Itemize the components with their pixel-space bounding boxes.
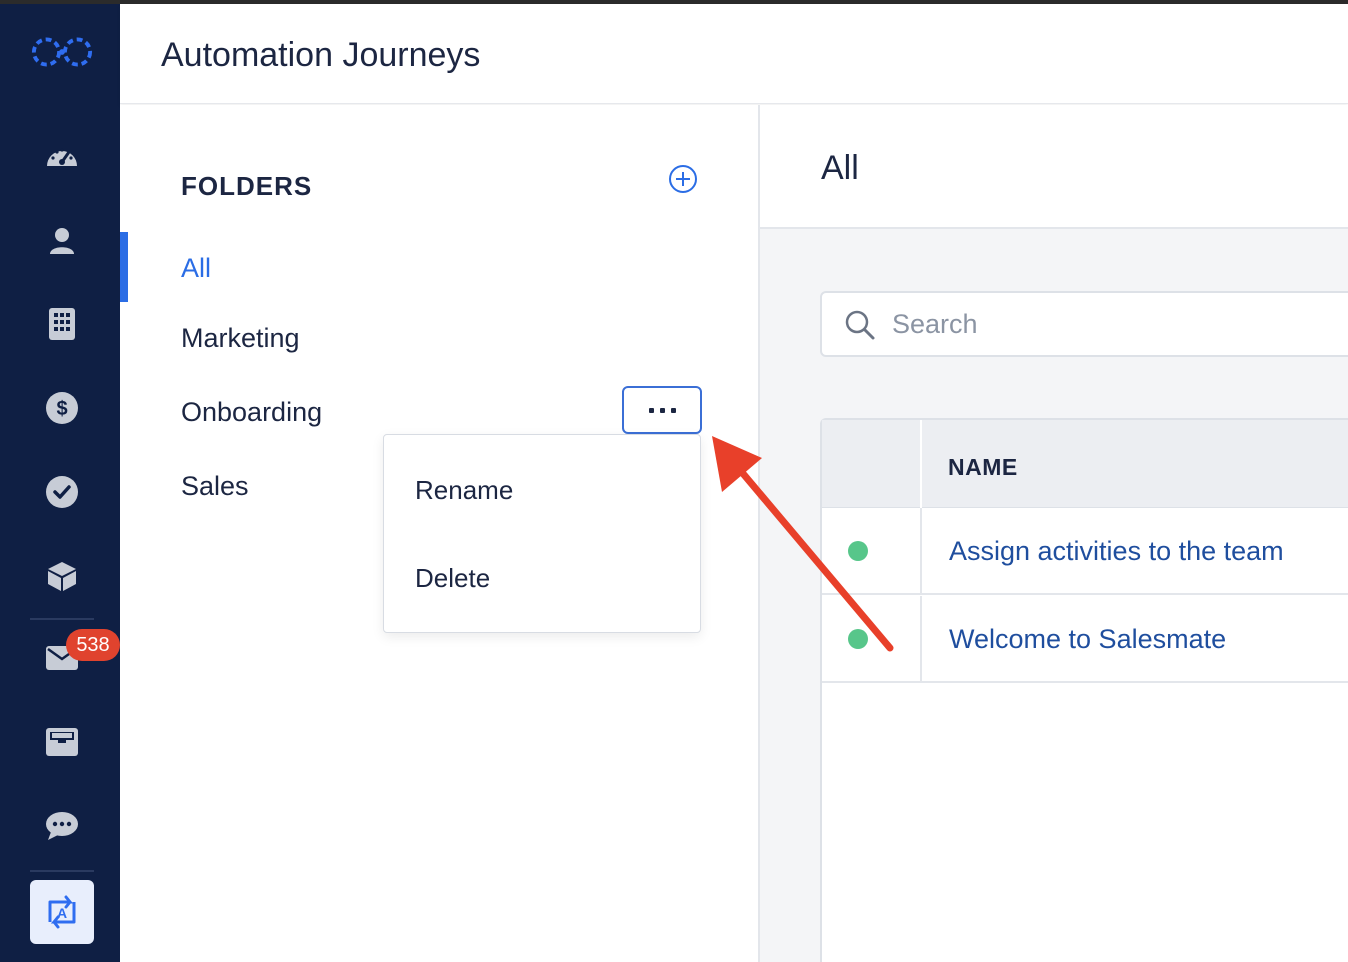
nav-divider (30, 870, 94, 872)
tasks-icon[interactable] (30, 460, 94, 524)
table-row[interactable]: Assign activities to the team (822, 508, 1348, 595)
folder-item-sales[interactable]: Sales (181, 471, 249, 502)
products-icon[interactable] (30, 544, 94, 608)
more-dots-icon (648, 407, 676, 413)
email-unread-badge: 538 (66, 629, 120, 661)
chat-icon[interactable] (30, 794, 94, 858)
folder-item-all[interactable]: All (181, 253, 211, 284)
svg-text:$: $ (56, 398, 67, 420)
journey-name-link[interactable]: Assign activities to the team (949, 536, 1284, 567)
logo-icon[interactable] (30, 20, 94, 84)
main-nav: $ 538 A (0, 4, 120, 962)
folder-item-onboarding[interactable]: Onboarding (181, 397, 322, 428)
contacts-icon[interactable] (30, 208, 94, 272)
dashboard-icon[interactable] (30, 124, 94, 188)
deals-icon[interactable]: $ (30, 376, 94, 440)
journey-name-link[interactable]: Welcome to Salesmate (949, 624, 1226, 655)
active-folder-indicator (120, 232, 128, 302)
folder-more-button[interactable] (622, 386, 702, 434)
inbox-icon[interactable] (30, 710, 94, 774)
menu-item-rename[interactable]: Rename (415, 475, 513, 506)
folder-title: All (821, 149, 859, 187)
page-header: Automation Journeys (120, 4, 1348, 104)
search-icon (845, 310, 875, 340)
page-title: Automation Journeys (161, 36, 481, 74)
search-input[interactable] (892, 303, 1332, 345)
plus-circle-icon (669, 165, 697, 193)
column-header-name[interactable]: NAME (948, 454, 1018, 481)
folder-context-menu: Rename Delete (383, 434, 701, 633)
search-box (820, 291, 1348, 357)
column-divider (920, 596, 922, 682)
column-divider (920, 420, 922, 508)
add-folder-button[interactable] (668, 164, 698, 194)
folders-heading: FOLDERS (181, 171, 313, 201)
column-divider (920, 508, 922, 594)
folder-item-marketing[interactable]: Marketing (181, 323, 300, 354)
table-row[interactable]: Welcome to Salesmate (822, 596, 1348, 683)
menu-item-delete[interactable]: Delete (415, 563, 490, 594)
table-header: NAME (822, 420, 1348, 508)
svg-text:A: A (57, 905, 67, 921)
nav-divider (30, 618, 94, 620)
companies-icon[interactable] (30, 292, 94, 356)
folders-panel: FOLDERS All Marketing Onboarding Sales R… (120, 105, 758, 962)
annotation-arrow-icon (712, 436, 894, 652)
journeys-header: All (760, 105, 1348, 229)
automation-icon[interactable]: A (30, 880, 94, 944)
